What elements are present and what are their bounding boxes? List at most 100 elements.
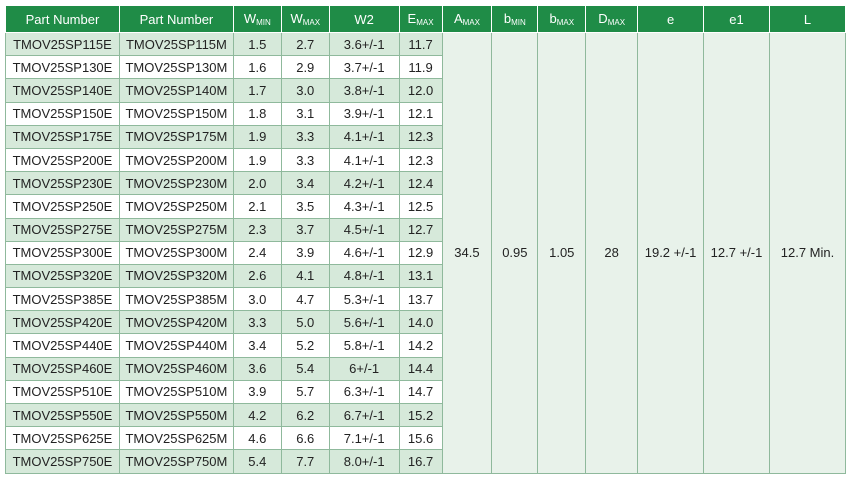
table-cell: TMOV25SP275M [118, 217, 234, 242]
table-cell: 16.7 [398, 449, 443, 474]
table-cell: TMOV25SP750E [5, 449, 120, 474]
table-cell: TMOV25SP550E [5, 402, 120, 428]
table-cell: 3.4 [280, 171, 330, 196]
table-cell: 6+/-1 [328, 356, 400, 381]
table-cell: 4.3+/-1 [328, 194, 400, 219]
table-cell: 2.4 [232, 240, 282, 265]
table-cell: 3.9 [232, 379, 282, 405]
table-cell: 11.9 [398, 55, 443, 80]
table-cell: TMOV25SP510M [118, 379, 234, 405]
table-cell: 1.9 [232, 147, 282, 173]
table-cell: 5.6+/-1 [328, 310, 400, 335]
table-cell: TMOV25SP460E [5, 356, 120, 381]
header-e-max: EMAX [398, 5, 443, 33]
table-cell: 12.9 [398, 240, 443, 265]
header-a-max: AMAX [441, 5, 493, 33]
header-row: Part Number Part Number WMIN WMAX W2 EMA… [5, 5, 847, 33]
common-value-cell: 12.7 +/-1 [703, 32, 770, 474]
table-cell: 8.0+/-1 [328, 449, 400, 474]
table-cell: 6.7+/-1 [328, 402, 400, 428]
table-cell: 6.2 [280, 402, 330, 428]
header-part-number-e: Part Number [5, 5, 120, 33]
table-cell: 3.0 [232, 287, 282, 312]
table-cell: TMOV25SP200M [118, 147, 234, 173]
table-cell: 3.4 [232, 333, 282, 358]
table-cell: 4.1+/-1 [328, 124, 400, 149]
table-cell: 12.1 [398, 101, 443, 126]
table-cell: TMOV25SP175E [5, 124, 120, 149]
table-cell: TMOV25SP385M [118, 287, 234, 312]
table-cell: TMOV25SP250M [118, 194, 234, 219]
table-cell: TMOV25SP175M [118, 124, 234, 149]
table-cell: 3.9 [280, 240, 330, 265]
table-cell: 4.8+/-1 [328, 263, 400, 289]
table-cell: 12.3 [398, 124, 443, 149]
table-cell: TMOV25SP385E [5, 287, 120, 312]
table-cell: TMOV25SP550M [118, 402, 234, 428]
common-value-cell: 1.05 [537, 32, 587, 474]
table-cell: 12.7 [398, 217, 443, 242]
table-cell: TMOV25SP320E [5, 263, 120, 289]
table-cell: TMOV25SP300M [118, 240, 234, 265]
table-cell: TMOV25SP460M [118, 356, 234, 381]
table-cell: 2.1 [232, 194, 282, 219]
table-cell: TMOV25SP140E [5, 78, 120, 103]
common-value-cell: 12.7 Min. [768, 32, 847, 474]
table-cell: TMOV25SP115M [118, 31, 234, 57]
table-cell: 3.3 [280, 124, 330, 149]
table-cell: 5.4 [280, 356, 330, 381]
table-cell: 14.7 [398, 379, 443, 405]
table-cell: TMOV25SP150M [118, 101, 234, 126]
common-value-cell: 28 [585, 32, 639, 474]
table-cell: TMOV25SP250E [5, 194, 120, 219]
table-cell: 4.2+/-1 [328, 171, 400, 196]
table-cell: 13.1 [398, 263, 443, 289]
table-cell: 1.6 [232, 55, 282, 80]
table-cell: 5.3+/-1 [328, 287, 400, 312]
table-cell: 3.3 [280, 147, 330, 173]
common-value-cell: 19.2 +/-1 [637, 32, 705, 474]
header-l: L [768, 5, 847, 33]
header-part-number-m: Part Number [118, 5, 234, 33]
table-cell: TMOV25SP130E [5, 55, 120, 80]
table-cell: TMOV25SP300E [5, 240, 120, 265]
table-cell: TMOV25SP130M [118, 55, 234, 80]
table-cell: 12.3 [398, 147, 443, 173]
table-cell: 5.4 [232, 449, 282, 474]
table-cell: TMOV25SP510E [5, 379, 120, 405]
table-cell: 6.6 [280, 426, 330, 451]
table-cell: 1.9 [232, 124, 282, 149]
table-cell: 2.3 [232, 217, 282, 242]
table-cell: 4.6 [232, 426, 282, 451]
table-cell: 3.0 [280, 78, 330, 103]
table-row: TMOV25SP115E TMOV25SP115M 1.5 2.7 3.6+/-1 11.… [5, 31, 847, 474]
table-cell: TMOV25SP440E [5, 333, 120, 358]
header-b-min: bMIN [491, 5, 539, 33]
table-cell: 2.6 [232, 263, 282, 289]
table-cell: 5.8+/-1 [328, 333, 400, 358]
table-cell: TMOV25SP230M [118, 171, 234, 196]
table-cell: 12.5 [398, 194, 443, 219]
table-cell: 5.2 [280, 333, 330, 358]
table-cell: 14.2 [398, 333, 443, 358]
table-cell: 11.7 [398, 31, 443, 57]
table-cell: 3.8+/-1 [328, 78, 400, 103]
table-cell: TMOV25SP275E [5, 217, 120, 242]
common-value-cell: 0.95 [491, 32, 539, 474]
header-w-min: WMIN [232, 5, 282, 33]
table-cell: TMOV25SP420M [118, 310, 234, 335]
table-cell: 3.9+/-1 [328, 101, 400, 126]
table-cell: 4.6+/-1 [328, 240, 400, 265]
header-d-max: DMAX [585, 5, 639, 33]
table-cell: 4.1+/-1 [328, 147, 400, 173]
header-w-max: WMAX [280, 5, 330, 33]
table-cell: 3.5 [280, 194, 330, 219]
table-cell: TMOV25SP625M [118, 426, 234, 451]
table-cell: 7.7 [280, 449, 330, 474]
table-cell: TMOV25SP320M [118, 263, 234, 289]
table-cell: 15.2 [398, 402, 443, 428]
table-cell: 14.4 [398, 356, 443, 381]
table-cell: TMOV25SP625E [5, 426, 120, 451]
table-cell: 3.3 [232, 310, 282, 335]
table-body: TMOV25SP115E TMOV25SP115M 1.5 2.7 3.6+/-1 11.… [5, 31, 847, 474]
